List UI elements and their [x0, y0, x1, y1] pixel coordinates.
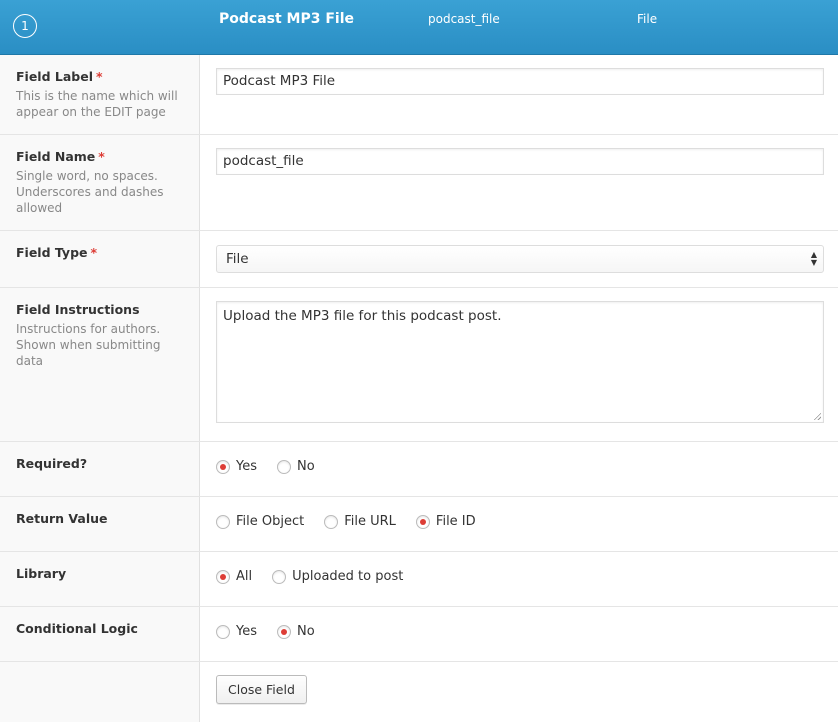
return-value-title: Return Value: [16, 511, 108, 526]
field-name-title: Field Name: [16, 149, 96, 164]
conditional-logic-radio-group: Yes No: [216, 624, 824, 639]
conditional-logic-title: Conditional Logic: [16, 621, 138, 636]
library-option-uploaded[interactable]: Uploaded to post: [272, 569, 403, 584]
required-radio-group: Yes No: [216, 459, 824, 474]
conditional-option-no[interactable]: No: [277, 624, 315, 639]
label-column: Required?: [0, 442, 200, 496]
radio-button[interactable]: [415, 514, 430, 529]
required-asterisk: *: [98, 149, 105, 164]
field-label-input[interactable]: Podcast MP3 File: [216, 68, 824, 95]
field-instructions-value: Upload the MP3 file for this podcast pos…: [223, 308, 502, 324]
label-column: Field Type *: [0, 231, 200, 287]
row-field-instructions: Field Instructions Instructions for auth…: [0, 288, 838, 442]
field-instructions-title: Field Instructions: [16, 302, 140, 317]
label-column: Conditional Logic: [0, 607, 200, 661]
library-option-all[interactable]: All: [216, 569, 252, 584]
field-instructions-textarea[interactable]: Upload the MP3 file for this podcast pos…: [216, 301, 824, 423]
field-type-title: Field Type: [16, 245, 88, 260]
field-order-badge: 1: [13, 14, 37, 38]
header-field-label[interactable]: Podcast MP3 File: [219, 11, 354, 27]
radio-button[interactable]: [277, 459, 291, 474]
radio-button[interactable]: [216, 459, 230, 474]
radio-button[interactable]: [216, 514, 230, 529]
required-title: Required?: [16, 456, 88, 471]
field-instructions-description: Instructions for authors. Shown when sub…: [16, 322, 161, 368]
header-field-type: File: [637, 12, 658, 26]
field-header[interactable]: 1 Podcast MP3 File podcast_file File: [0, 0, 838, 55]
required-option-yes[interactable]: Yes: [216, 459, 257, 474]
field-type-selected: File: [226, 251, 249, 267]
row-field-name: Field Name * Single word, no spaces. Unde…: [0, 135, 838, 231]
row-return-value: Return Value File Object File URL File I…: [0, 497, 838, 552]
resize-grip-icon[interactable]: [813, 412, 821, 420]
row-field-type: Field Type * File ▲ ▼: [0, 231, 838, 288]
header-field-name: podcast_file: [428, 12, 500, 26]
label-column: Field Name * Single word, no spaces. Unde…: [0, 135, 200, 230]
label-column: Field Instructions Instructions for auth…: [0, 288, 200, 441]
field-label-description: This is the name which will appear on th…: [16, 89, 178, 119]
return-option-file-object[interactable]: File Object: [216, 514, 304, 529]
label-column: Return Value: [0, 497, 200, 551]
radio-button[interactable]: [216, 624, 230, 639]
radio-button[interactable]: [277, 624, 291, 639]
field-name-description: Single word, no spaces. Underscores and …: [16, 169, 164, 215]
close-field-button[interactable]: Close Field: [216, 675, 307, 704]
row-conditional-logic: Conditional Logic Yes No: [0, 607, 838, 662]
library-radio-group: All Uploaded to post: [216, 569, 824, 584]
row-library: Library All Uploaded to post: [0, 552, 838, 607]
return-option-file-id[interactable]: File ID: [415, 514, 476, 529]
radio-button[interactable]: [272, 569, 287, 584]
field-name-input[interactable]: podcast_file: [216, 148, 824, 175]
field-label-title: Field Label: [16, 69, 93, 84]
return-value-radio-group: File Object File URL File ID: [216, 514, 824, 529]
select-arrows-icon: ▲ ▼: [810, 250, 817, 267]
radio-button[interactable]: [324, 514, 339, 529]
library-title: Library: [16, 566, 67, 581]
row-close: Close Field: [0, 662, 838, 722]
label-column: Library: [0, 552, 200, 606]
row-field-label: Field Label * This is the name which will…: [0, 55, 838, 135]
required-asterisk: *: [96, 69, 103, 84]
field-type-select[interactable]: File ▲ ▼: [216, 245, 824, 273]
required-option-no[interactable]: No: [277, 459, 315, 474]
conditional-option-yes[interactable]: Yes: [216, 624, 257, 639]
row-required: Required? Yes No: [0, 442, 838, 497]
label-column: [0, 662, 200, 722]
return-option-file-url[interactable]: File URL: [324, 514, 396, 529]
required-asterisk: *: [90, 245, 98, 260]
radio-button[interactable]: [216, 569, 230, 584]
label-column: Field Label * This is the name which will…: [0, 55, 200, 134]
